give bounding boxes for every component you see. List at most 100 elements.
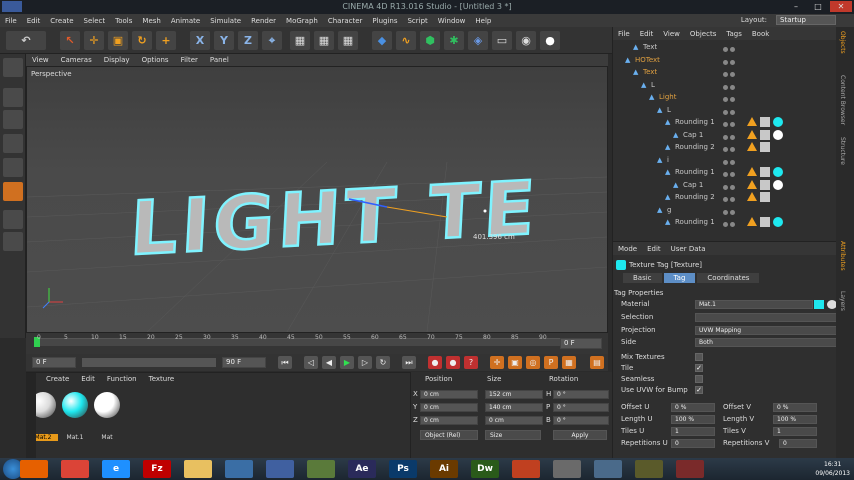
object-name[interactable]: Cap 1 [683,129,703,141]
side-tab-layers[interactable]: Layers [839,291,846,311]
phong-tag-icon[interactable] [747,192,757,201]
app5-icon[interactable] [594,460,622,478]
object-row[interactable]: ▲ Text [615,66,835,79]
next-frame-icon[interactable]: ▷ [358,356,372,369]
material-swatch[interactable]: Mat.1 [60,390,90,441]
key-rotation-icon[interactable]: ◎ [526,356,540,369]
rotation-b-field[interactable]: 0 ° [553,416,609,425]
object-row[interactable]: ▲ Light [615,91,835,104]
illustrator-icon[interactable]: Ai [430,460,458,478]
camera-icon[interactable]: ◉ [516,31,536,50]
points-mode-icon[interactable] [3,134,23,153]
texture-mode-icon[interactable] [3,110,23,129]
obj-menu-view[interactable]: View [658,30,685,38]
filezilla-icon[interactable]: Fz [143,460,171,478]
menu-window[interactable]: Window [433,17,471,25]
object-row[interactable]: ▲ Rounding 2 [615,191,835,204]
explorer-icon[interactable] [184,460,212,478]
render-view-icon[interactable]: ▦ [290,31,310,50]
visibility-dots[interactable] [723,207,737,215]
object-row[interactable]: ▲ Rounding 1 [615,116,835,129]
mix-textures-checkbox[interactable] [695,353,703,361]
menu-tools[interactable]: Tools [110,17,137,25]
vp-menu-filter[interactable]: Filter [175,56,204,64]
menu-animate[interactable]: Animate [166,17,205,25]
app7-icon[interactable] [676,460,704,478]
position-z-field[interactable]: 0 cm [420,416,478,425]
visibility-dots[interactable] [723,219,737,227]
offset-v-field[interactable]: 0 % [773,403,817,412]
visibility-dots[interactable] [723,57,737,65]
object-name[interactable]: L [651,79,655,91]
position-x-field[interactable]: 0 cm [420,390,478,399]
object-row[interactable]: ▲ Rounding 1 [615,166,835,179]
menu-mograph[interactable]: MoGraph [281,17,323,25]
prev-frame-icon[interactable]: ◀ [322,356,336,369]
live-select-icon[interactable]: + [156,31,176,50]
length-u-field[interactable]: 100 % [671,415,715,424]
material-link-field[interactable]: Mat.1 [695,300,813,309]
visibility-dots[interactable] [723,94,737,102]
cyan-tag-icon[interactable] [773,167,783,177]
check-tag-icon[interactable] [760,117,770,127]
goto-end-icon[interactable]: ⏭ [402,356,416,369]
cube-primitive-icon[interactable]: ◆ [372,31,392,50]
visibility-dots[interactable] [723,194,737,202]
mat-menu-edit[interactable]: Edit [75,375,101,383]
visibility-dots[interactable] [723,44,737,52]
coord-system-icon[interactable]: ⌖ [262,31,282,50]
scene-icon[interactable]: ▭ [492,31,512,50]
menu-character[interactable]: Character [323,17,368,25]
preview-range-slider[interactable] [82,358,216,367]
white-tag-icon[interactable] [773,179,783,190]
timeline[interactable]: 0 5 10 15 20 25 30 35 40 45 50 55 60 65 … [26,333,608,354]
rep-u-field[interactable]: 0 [671,439,715,448]
phong-tag-icon[interactable] [747,129,757,139]
edges-mode-icon[interactable] [3,158,23,177]
object-name[interactable]: g [667,204,671,216]
app-icon[interactable] [2,1,22,12]
tiles-u-field[interactable]: 1 [671,427,715,436]
z-axis-icon[interactable]: Z [238,31,258,50]
vp-menu-panel[interactable]: Panel [204,56,235,64]
play-icon[interactable]: ▶ [340,356,354,369]
attr-menu-edit[interactable]: Edit [642,245,666,253]
visibility-dots[interactable] [723,144,737,152]
app4-icon[interactable] [553,460,581,478]
app3-icon[interactable] [512,460,540,478]
make-editable-icon[interactable] [3,58,23,77]
object-row[interactable]: ▲ L [615,104,835,117]
model-mode-icon[interactable] [3,88,23,107]
deformer-icon[interactable]: ◈ [468,31,488,50]
side-tab-structure[interactable]: Structure [839,137,846,165]
app6-icon[interactable] [635,460,663,478]
record-icon[interactable]: ● [428,356,442,369]
cinema4d-icon[interactable] [266,460,294,478]
object-row[interactable]: ▲ Cap 1 [615,129,835,142]
check-tag-icon[interactable] [760,142,770,152]
length-v-field[interactable]: 100 % [773,415,817,424]
system-clock[interactable]: 16:31 09/06/2013 [815,460,850,478]
tile-checkbox[interactable]: ✓ [695,364,703,372]
visibility-dots[interactable] [723,132,737,140]
object-row[interactable]: ▲ Text [615,41,835,54]
scale-tool-icon[interactable]: ▣ [108,31,128,50]
object-name[interactable]: Rounding 1 [675,166,715,178]
menu-create[interactable]: Create [45,17,78,25]
position-y-field[interactable]: 0 cm [420,403,478,412]
render-picture-viewer-icon[interactable]: ▦ [314,31,334,50]
check-tag-icon[interactable] [760,192,770,202]
object-name[interactable]: Light [659,91,676,103]
white-tag-icon[interactable] [773,129,783,140]
key-pla-icon[interactable]: ▦ [562,356,576,369]
obj-menu-file[interactable]: File [613,30,635,38]
attr-menu-mode[interactable]: Mode [613,245,642,253]
close-button[interactable]: ✕ [830,1,852,12]
perspective-viewport[interactable]: Perspective LIGHT TE 401.396 cm [26,66,608,333]
start-frame-field[interactable]: 0 F [32,357,76,368]
object-name[interactable]: Text [643,66,657,78]
apply-button[interactable]: Apply [553,430,607,440]
attr-menu-userdata[interactable]: User Data [666,245,711,253]
dreamweaver-icon[interactable]: Dw [471,460,499,478]
size-mode-dropdown[interactable]: Size [485,430,541,440]
